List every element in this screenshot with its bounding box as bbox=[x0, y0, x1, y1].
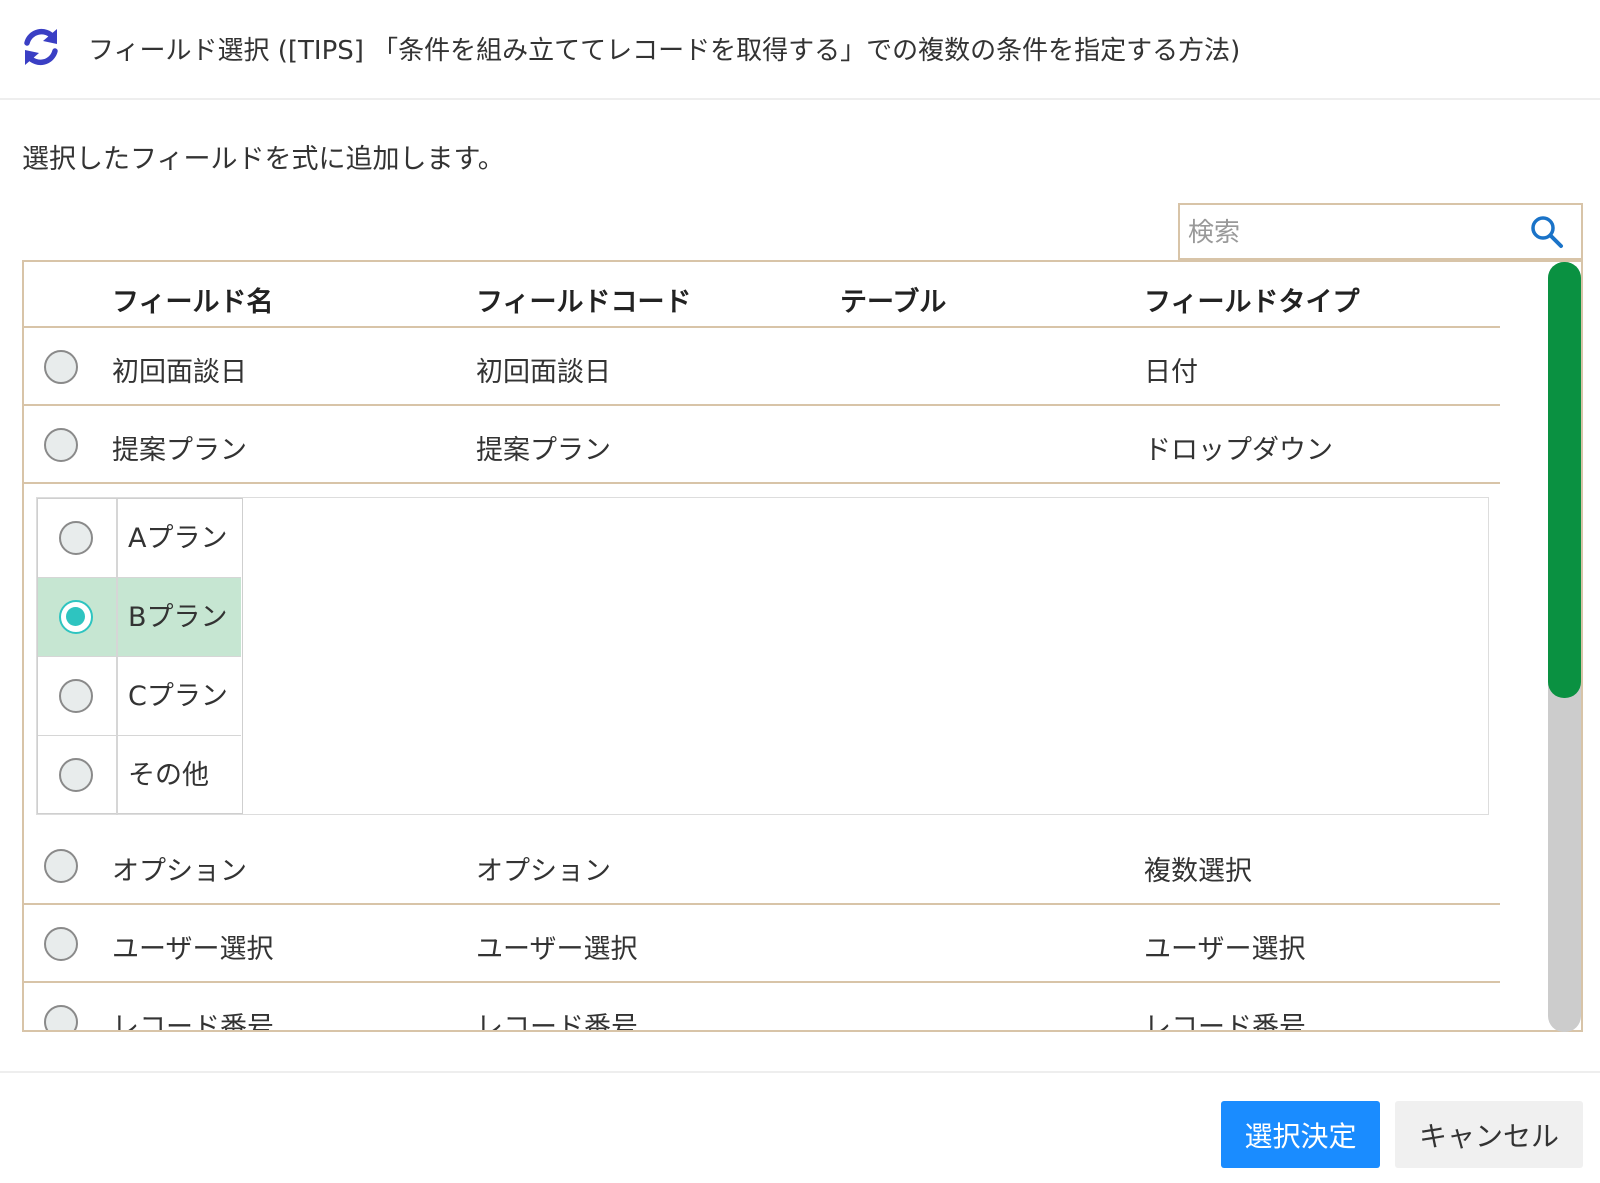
option-label: Cプラン bbox=[128, 681, 228, 712]
field-list: フィールド名 フィールドコード テーブル フィールドタイプ 初回面談日 初回面談… bbox=[22, 260, 1583, 1032]
option-radio[interactable] bbox=[59, 521, 93, 555]
dialog-header: フィールド選択 ([TIPS] 「条件を組み立ててレコードを取得する」での複数の… bbox=[0, 0, 1600, 100]
option-item-a[interactable]: Aプラン bbox=[38, 499, 241, 578]
option-item-b[interactable]: Bプラン bbox=[38, 578, 241, 657]
field-type-cell: 日付 bbox=[1144, 357, 1198, 388]
option-separator bbox=[116, 736, 118, 815]
scrollbar-thumb[interactable] bbox=[1548, 262, 1581, 698]
option-separator bbox=[116, 499, 118, 577]
cancel-button[interactable]: キャンセル bbox=[1395, 1101, 1583, 1168]
refresh-icon[interactable] bbox=[20, 26, 62, 68]
field-name-cell: 提案プラン bbox=[112, 435, 247, 466]
table-row[interactable]: レコード番号 レコード番号 レコード番号 bbox=[24, 983, 1500, 1032]
table-row[interactable]: オプション オプション 複数選択 bbox=[24, 827, 1500, 905]
field-type-cell: レコード番号 bbox=[1144, 1012, 1306, 1032]
field-code-cell: 提案プラン bbox=[476, 435, 611, 466]
dialog-description: 選択したフィールドを式に追加します。 bbox=[22, 144, 505, 175]
option-radio[interactable] bbox=[59, 758, 93, 792]
search-box bbox=[1178, 203, 1583, 260]
table-row[interactable]: 初回面談日 初回面談日 日付 bbox=[24, 328, 1500, 406]
field-name-cell: レコード番号 bbox=[112, 1012, 274, 1032]
column-header-table: テーブル bbox=[840, 287, 947, 318]
option-label: Bプラン bbox=[128, 602, 228, 633]
field-code-cell: レコード番号 bbox=[476, 1012, 638, 1032]
option-radio[interactable] bbox=[59, 679, 93, 713]
field-name-cell: オプション bbox=[112, 856, 247, 887]
column-header-field-type: フィールドタイプ bbox=[1144, 287, 1360, 318]
field-type-cell: 複数選択 bbox=[1144, 856, 1252, 887]
column-header-field-code: フィールドコード bbox=[476, 287, 692, 318]
option-list: Aプラン Bプラン Cプラン その他 bbox=[37, 498, 243, 815]
field-code-cell: オプション bbox=[476, 856, 611, 887]
table-header: フィールド名 フィールドコード テーブル フィールドタイプ bbox=[24, 262, 1500, 328]
option-panel: Aプラン Bプラン Cプラン その他 bbox=[36, 497, 1489, 815]
row-radio[interactable] bbox=[44, 1005, 78, 1030]
option-label: Aプラン bbox=[128, 523, 228, 554]
field-name-cell: ユーザー選択 bbox=[112, 934, 274, 965]
field-code-cell: 初回面談日 bbox=[476, 357, 611, 388]
field-code-cell: ユーザー選択 bbox=[476, 934, 638, 965]
option-item-c[interactable]: Cプラン bbox=[38, 657, 241, 736]
option-separator bbox=[116, 578, 118, 656]
table-row[interactable]: ユーザー選択 ユーザー選択 ユーザー選択 bbox=[24, 905, 1500, 983]
dialog-title: フィールド選択 ([TIPS] 「条件を組み立ててレコードを取得する」での複数の… bbox=[88, 36, 1241, 66]
option-separator bbox=[116, 657, 118, 735]
field-name-cell: 初回面談日 bbox=[112, 357, 247, 388]
option-item-other[interactable]: その他 bbox=[38, 736, 241, 815]
row-radio[interactable] bbox=[44, 849, 78, 883]
footer-divider bbox=[0, 1071, 1600, 1073]
option-label: その他 bbox=[128, 760, 209, 791]
column-header-field-name: フィールド名 bbox=[112, 287, 274, 318]
table-row[interactable]: 提案プラン 提案プラン ドロップダウン bbox=[24, 406, 1500, 484]
option-radio-selected[interactable] bbox=[59, 600, 93, 634]
row-radio[interactable] bbox=[44, 350, 78, 384]
search-input[interactable] bbox=[1186, 213, 1520, 253]
row-radio[interactable] bbox=[44, 428, 78, 462]
field-type-cell: ドロップダウン bbox=[1144, 435, 1333, 466]
confirm-button[interactable]: 選択決定 bbox=[1221, 1101, 1380, 1168]
field-type-cell: ユーザー選択 bbox=[1144, 934, 1306, 965]
row-radio[interactable] bbox=[44, 927, 78, 961]
search-icon[interactable] bbox=[1528, 213, 1566, 251]
